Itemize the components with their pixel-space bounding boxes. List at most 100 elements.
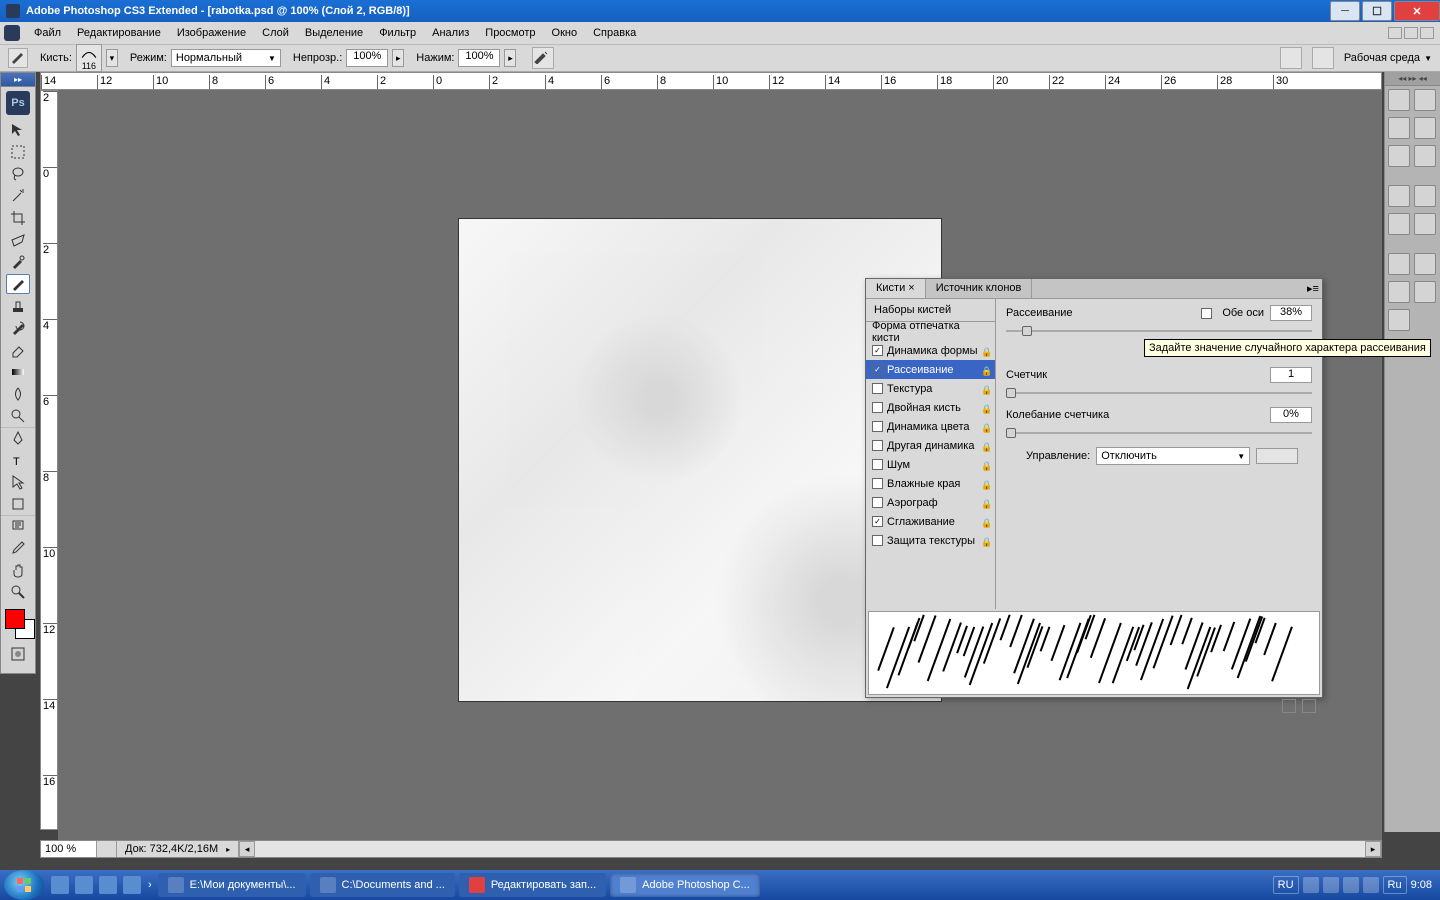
lock-icon[interactable] — [981, 479, 991, 489]
lock-icon[interactable] — [981, 384, 991, 394]
type-tool[interactable]: T — [6, 450, 30, 470]
navigator-icon[interactable] — [1388, 89, 1410, 111]
menu-view[interactable]: Просмотр — [477, 24, 543, 42]
character-icon[interactable] — [1388, 281, 1410, 303]
toolbox-grip[interactable]: ▸▸ — [1, 73, 35, 87]
zoom-field[interactable]: 100 % — [41, 841, 97, 857]
panel-footer-icon-1[interactable] — [1282, 699, 1296, 713]
scatter-slider[interactable] — [1006, 325, 1312, 337]
taskbar-item-0[interactable]: E:\Мои документы\... — [158, 873, 306, 897]
brush-section-8[interactable]: Влажные края — [866, 474, 995, 493]
brush-section-2[interactable]: Рассеивание — [866, 360, 995, 379]
workspace-select[interactable]: Рабочая среда — [1340, 50, 1432, 66]
lock-icon[interactable] — [981, 441, 991, 451]
menu-window[interactable]: Окно — [544, 24, 586, 42]
brush-section-5[interactable]: Динамика цвета — [866, 417, 995, 436]
minimize-button[interactable]: ─ — [1330, 1, 1360, 21]
section-checkbox[interactable] — [872, 535, 883, 546]
lock-icon[interactable] — [981, 422, 991, 432]
crop-tool[interactable] — [6, 208, 30, 228]
eyedropper-tool[interactable] — [6, 538, 30, 558]
brushes-dock-icon[interactable] — [1388, 253, 1410, 275]
lock-icon[interactable] — [981, 498, 991, 508]
menu-help[interactable]: Справка — [585, 24, 644, 42]
taskbar-item-1[interactable]: C:\Documents and ... — [310, 873, 455, 897]
brush-dropdown-arrow[interactable]: ▾ — [106, 49, 118, 67]
taskbar-item-3[interactable]: Adobe Photoshop C... — [610, 873, 760, 897]
section-checkbox[interactable] — [872, 516, 883, 527]
path-select-tool[interactable] — [6, 472, 30, 492]
taskbar-item-2[interactable]: Редактировать зап... — [459, 873, 606, 897]
paragraph-icon[interactable] — [1414, 281, 1436, 303]
menu-edit[interactable]: Редактирование — [69, 24, 169, 42]
mdi-minimize[interactable] — [1388, 27, 1402, 39]
count-slider[interactable] — [1006, 387, 1312, 399]
menu-image[interactable]: Изображение — [169, 24, 254, 42]
shape-tool[interactable] — [6, 494, 30, 514]
status-flyout-arrow[interactable]: ▸ — [226, 845, 238, 854]
mdi-restore[interactable] — [1404, 27, 1418, 39]
layers-icon[interactable] — [1388, 185, 1410, 207]
notes-tool[interactable] — [6, 516, 30, 536]
quicklaunch-icon-4[interactable] — [123, 876, 141, 894]
slice-tool[interactable] — [6, 230, 30, 250]
blend-mode-select[interactable]: Нормальный▼ — [171, 49, 281, 67]
move-tool[interactable] — [6, 120, 30, 140]
swatches-icon[interactable] — [1414, 117, 1436, 139]
quicklaunch-overflow[interactable]: › — [148, 879, 152, 891]
quicklaunch-icon-2[interactable] — [75, 876, 93, 894]
lang-indicator-1[interactable]: RU — [1273, 876, 1299, 894]
scatter-value-field[interactable]: 38% — [1270, 305, 1312, 321]
status-icon[interactable] — [97, 841, 117, 857]
brush-section-7[interactable]: Шум — [866, 455, 995, 474]
quicklaunch-icon-1[interactable] — [51, 876, 69, 894]
section-checkbox[interactable] — [872, 402, 883, 413]
dodge-tool[interactable] — [6, 406, 30, 426]
tab-clone-source[interactable]: Источник клонов — [926, 279, 1033, 298]
actions-icon[interactable] — [1414, 213, 1436, 235]
tray-icon-3[interactable] — [1343, 877, 1359, 893]
dock-collapse-grip[interactable]: ◂◂ ▸▸ ◂◂ — [1385, 72, 1440, 86]
tab-brushes[interactable]: Кисти × — [866, 279, 926, 298]
healing-brush-tool[interactable] — [6, 252, 30, 272]
mdi-close[interactable] — [1420, 27, 1434, 39]
history-brush-tool[interactable] — [6, 318, 30, 338]
gradient-tool[interactable] — [6, 362, 30, 382]
horizontal-scrollbar[interactable]: ◂ ▸ — [238, 841, 1381, 857]
section-checkbox[interactable] — [872, 383, 883, 394]
section-checkbox[interactable] — [872, 421, 883, 432]
brush-section-10[interactable]: Сглаживание — [866, 512, 995, 531]
count-jitter-field[interactable]: 0% — [1270, 407, 1312, 423]
lock-icon[interactable] — [981, 403, 991, 413]
lock-icon[interactable] — [981, 365, 991, 375]
options-icon-1[interactable] — [1280, 47, 1302, 69]
brush-section-3[interactable]: Текстура — [866, 379, 995, 398]
blur-tool[interactable] — [6, 384, 30, 404]
layercomps-icon[interactable] — [1388, 309, 1410, 331]
toolpresets-icon[interactable] — [1414, 253, 1436, 275]
brush-section-4[interactable]: Двойная кисть — [866, 398, 995, 417]
tray-icon-1[interactable] — [1303, 877, 1319, 893]
section-checkbox[interactable] — [872, 440, 883, 451]
section-checkbox[interactable] — [872, 478, 883, 489]
start-button[interactable] — [4, 870, 44, 900]
flow-field[interactable]: 100% — [458, 49, 500, 67]
brush-preset-picker[interactable]: 116 — [76, 44, 102, 72]
marquee-tool[interactable] — [6, 142, 30, 162]
section-checkbox[interactable] — [872, 364, 883, 375]
section-checkbox[interactable] — [872, 345, 883, 356]
lock-icon[interactable] — [981, 346, 991, 356]
count-jitter-slider[interactable] — [1006, 427, 1312, 439]
tray-icon-2[interactable] — [1323, 877, 1339, 893]
quicklaunch-icon-3[interactable] — [99, 876, 117, 894]
brush-section-6[interactable]: Другая динамика — [866, 436, 995, 455]
color-icon[interactable] — [1388, 117, 1410, 139]
lock-icon[interactable] — [981, 460, 991, 470]
count-value-field[interactable]: 1 — [1270, 367, 1312, 383]
panel-menu-icon[interactable]: ▸≡ — [1304, 279, 1322, 298]
opacity-arrow[interactable]: ▸ — [392, 49, 404, 67]
lock-icon[interactable] — [981, 517, 991, 527]
tray-icon-4[interactable] — [1363, 877, 1379, 893]
quickmask-toggle[interactable] — [6, 644, 30, 664]
foreground-color-swatch[interactable] — [5, 609, 25, 629]
